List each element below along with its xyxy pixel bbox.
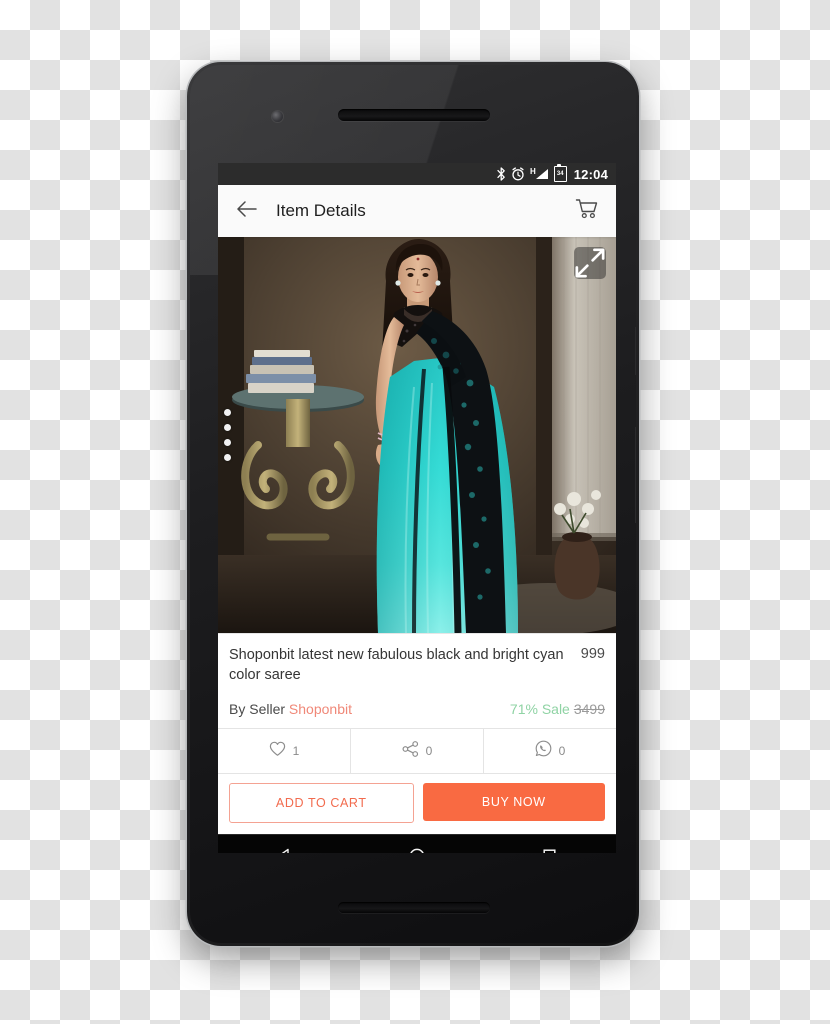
nav-home-circle-icon bbox=[408, 847, 426, 853]
product-name-price-row: Shoponbit latest new fabulous black and … bbox=[229, 645, 605, 685]
whatsapp-action[interactable]: 0 bbox=[483, 729, 616, 773]
nav-back-button[interactable] bbox=[254, 847, 314, 853]
carousel-dot[interactable] bbox=[224, 454, 231, 461]
product-name: Shoponbit latest new fabulous black and … bbox=[229, 647, 564, 683]
seller-discount-row: By Seller Shoponbit 71% Sale 3499 bbox=[229, 701, 605, 728]
image-carousel-indicators[interactable] bbox=[224, 409, 231, 461]
alarm-icon bbox=[511, 167, 525, 181]
carousel-dot[interactable] bbox=[224, 424, 231, 431]
add-to-cart-button[interactable]: ADD TO CART bbox=[229, 783, 414, 823]
cart-button[interactable] bbox=[570, 198, 604, 225]
volume-button[interactable] bbox=[635, 427, 636, 523]
battery-level-label: 34 bbox=[553, 163, 567, 182]
nav-recents-square-icon bbox=[541, 847, 558, 853]
phone-body: H 34 12:04 Item Details Shoponbit latest… bbox=[190, 65, 636, 943]
cta-button-row: ADD TO CART BUY NOW bbox=[218, 774, 616, 834]
shopping-cart-icon bbox=[575, 198, 599, 225]
earpiece-speaker bbox=[338, 109, 490, 121]
transparency-checkerboard-background: H 34 12:04 Item Details Shoponbit latest… bbox=[0, 0, 830, 1024]
carousel-dot[interactable] bbox=[224, 409, 231, 416]
original-price: 3499 bbox=[573, 701, 605, 717]
arrow-left-icon bbox=[236, 200, 258, 223]
app-bar: Item Details bbox=[218, 185, 616, 237]
h-signal-icon: H bbox=[530, 167, 549, 181]
phone-device: H 34 12:04 Item Details Shoponbit latest… bbox=[187, 62, 639, 946]
like-action[interactable]: 1 bbox=[218, 729, 350, 773]
bottom-speaker-grille bbox=[338, 902, 490, 913]
share-action[interactable]: 0 bbox=[350, 729, 483, 773]
expand-image-button[interactable] bbox=[574, 247, 606, 279]
discount-percent: 71% Sale bbox=[509, 701, 570, 717]
bluetooth-icon bbox=[497, 167, 506, 181]
product-image[interactable] bbox=[218, 237, 616, 633]
page-title: Item Details bbox=[276, 201, 366, 220]
discount-info: 71% Sale 3499 bbox=[510, 701, 605, 717]
nav-home-button[interactable] bbox=[387, 847, 447, 853]
android-navigation-bar bbox=[218, 834, 616, 853]
heart-icon bbox=[269, 741, 286, 762]
seller-name-link[interactable]: Shoponbit bbox=[289, 701, 352, 717]
battery-icon: 34 bbox=[553, 163, 567, 182]
carousel-dot[interactable] bbox=[224, 439, 231, 446]
back-button[interactable] bbox=[230, 200, 264, 223]
product-price: 999 bbox=[580, 646, 605, 662]
share-icon bbox=[402, 740, 419, 762]
front-camera-icon bbox=[272, 111, 283, 122]
power-button[interactable] bbox=[635, 327, 636, 375]
like-count: 1 bbox=[292, 744, 300, 758]
nav-recents-button[interactable] bbox=[520, 847, 580, 853]
product-info-block: Shoponbit latest new fabulous black and … bbox=[218, 633, 616, 728]
status-bar-clock: 12:04 bbox=[573, 166, 608, 182]
buy-now-button[interactable]: BUY NOW bbox=[422, 783, 605, 821]
whatsapp-count: 0 bbox=[558, 744, 566, 758]
share-count: 0 bbox=[425, 744, 433, 758]
nav-back-triangle-icon bbox=[276, 847, 293, 853]
phone-screen: H 34 12:04 Item Details Shoponbit latest… bbox=[218, 163, 616, 853]
seller-info: By Seller Shoponbit bbox=[229, 701, 510, 717]
status-bar: H 34 12:04 bbox=[218, 163, 616, 185]
social-actions-row: 1 0 0 bbox=[218, 728, 616, 774]
product-photo-illustration bbox=[218, 237, 616, 633]
seller-prefix-label: By Seller bbox=[229, 701, 286, 717]
whatsapp-icon bbox=[535, 740, 552, 762]
